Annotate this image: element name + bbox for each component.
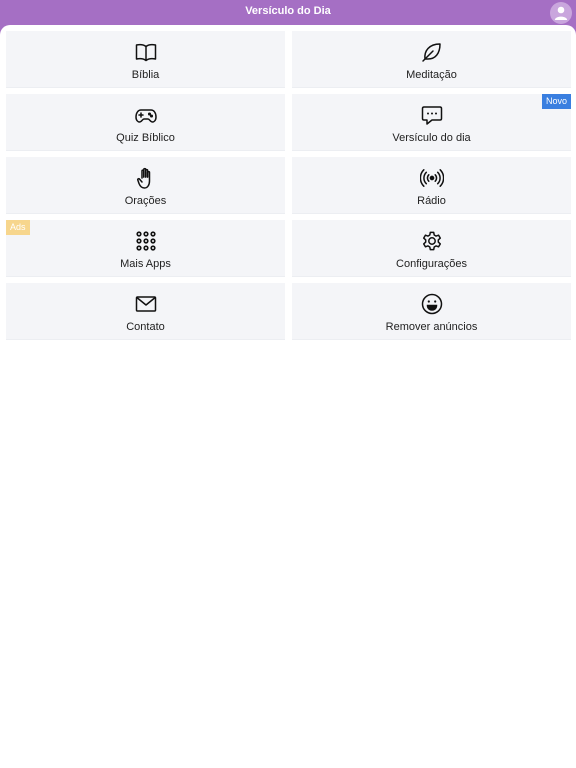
page-title: Versículo do Dia (245, 5, 331, 17)
tile-label: Configurações (396, 258, 467, 270)
tile-radio[interactable]: Rádio (292, 157, 571, 214)
user-icon (554, 6, 568, 20)
tile-meditacao[interactable]: Meditação (292, 31, 571, 88)
tile-label: Mais Apps (120, 258, 171, 270)
tile-label: Rádio (417, 195, 446, 207)
smiley-icon (419, 291, 445, 317)
leaf-icon (419, 39, 445, 65)
profile-button[interactable] (550, 2, 572, 24)
tile-label: Remover anúncios (385, 321, 478, 333)
new-badge: Novo (541, 94, 571, 109)
tile-label: Versículo do dia (392, 132, 471, 144)
envelope-icon (133, 291, 159, 317)
tile-remover-anuncios[interactable]: Remover anúncios (292, 283, 571, 340)
tile-label: Orações (124, 195, 167, 207)
grid-dots-icon (133, 228, 159, 254)
hand-icon (133, 165, 159, 191)
gamepad-icon (133, 102, 159, 128)
tile-label: Contato (126, 321, 165, 333)
top-bar: Versículo do Dia (0, 0, 576, 25)
tile-mais-apps[interactable]: Mais Apps Ads (6, 220, 285, 277)
tile-biblia[interactable]: Bíblia (6, 31, 285, 88)
tile-configuracoes[interactable]: Configurações (292, 220, 571, 277)
tile-label: Quiz Bíblico (116, 132, 175, 144)
gear-icon (419, 228, 445, 254)
ads-badge: Ads (6, 220, 30, 235)
tile-oracoes[interactable]: Orações (6, 157, 285, 214)
tile-label: Bíblia (131, 69, 160, 81)
book-icon (133, 39, 159, 65)
chat-bubble-icon (419, 102, 445, 128)
broadcast-icon (419, 165, 445, 191)
tile-versiculo-do-dia[interactable]: Versículo do dia Novo (292, 94, 571, 151)
tile-label: Meditação (406, 69, 457, 81)
tile-contato[interactable]: Contato (6, 283, 285, 340)
menu-grid: Bíblia Meditação Quiz Bíblico Versículo … (6, 31, 571, 340)
tile-quiz-biblico[interactable]: Quiz Bíblico (6, 94, 285, 151)
main-content: Bíblia Meditação Quiz Bíblico Versículo … (0, 25, 576, 768)
